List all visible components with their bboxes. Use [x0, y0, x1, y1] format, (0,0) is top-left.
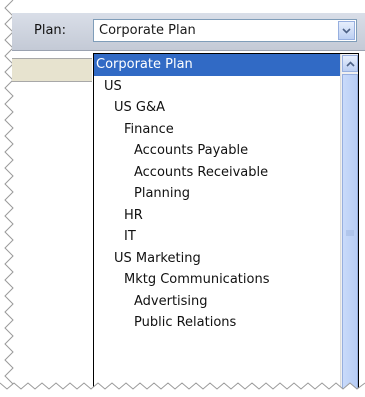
dropdown-item[interactable]: HR: [94, 205, 340, 227]
grip-icon: [346, 230, 354, 235]
torn-paper-bottom-edge: [0, 382, 365, 397]
dropdown-item[interactable]: Advertising: [94, 291, 340, 313]
chevron-up-icon: [345, 60, 355, 67]
scroll-thumb[interactable]: [342, 74, 358, 392]
combobox-dropdown-button[interactable]: [338, 21, 355, 40]
dropdown-item[interactable]: IT: [94, 226, 340, 248]
dropdown-item[interactable]: US G&A: [94, 97, 340, 119]
dropdown-item[interactable]: Mktg Communications: [94, 269, 340, 291]
dropdown-item[interactable]: Corporate Plan: [94, 54, 340, 76]
dropdown-items: Corporate Plan US US G&A Finance Accounts Pa…: [94, 54, 340, 334]
plan-combobox[interactable]: Corporate Plan: [93, 19, 357, 42]
dropdown-item[interactable]: Accounts Receivable: [94, 162, 340, 184]
plan-label: Plan:: [34, 23, 67, 38]
dropdown-item[interactable]: Accounts Payable: [94, 140, 340, 162]
dropdown-item[interactable]: Public Relations: [94, 312, 340, 334]
dropdown-item[interactable]: Finance: [94, 119, 340, 141]
dropdown-scrollbar[interactable]: [340, 54, 358, 396]
dropdown-item[interactable]: Planning: [94, 183, 340, 205]
plan-combobox-value: Corporate Plan: [99, 23, 196, 38]
plan-dropdown-list[interactable]: Corporate Plan US US G&A Finance Accounts Pa…: [93, 53, 359, 397]
dropdown-item[interactable]: US Marketing: [94, 248, 340, 270]
chevron-down-icon: [342, 27, 351, 34]
dropdown-item[interactable]: US: [94, 76, 340, 98]
scroll-up-button[interactable]: [342, 55, 358, 72]
background-strip: [12, 58, 92, 82]
